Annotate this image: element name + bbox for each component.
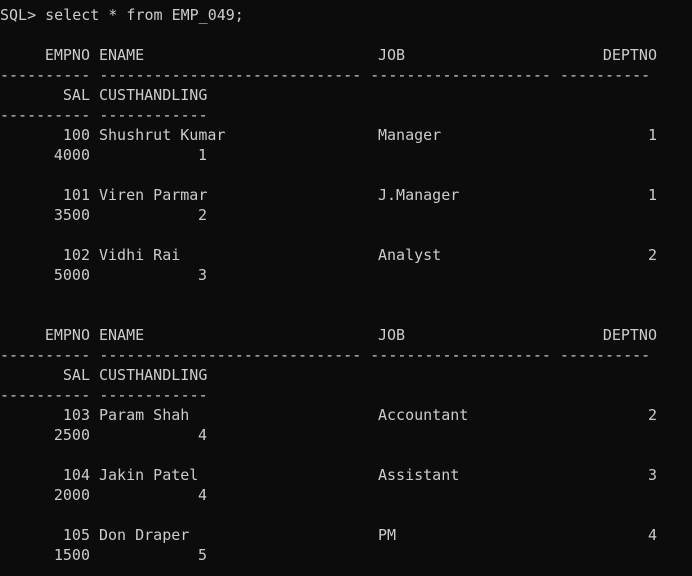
- header-job: JOB: [378, 326, 406, 344]
- cell-empno: 104: [62, 466, 90, 484]
- header-divider: ---------- -----------------------------…: [0, 345, 650, 365]
- header-sal: SAL: [62, 86, 90, 104]
- header-empno: EMPNO: [44, 46, 90, 64]
- cell-deptno: 2: [647, 246, 657, 264]
- cell-sal: 2500: [53, 426, 90, 444]
- cell-ename: Param Shah: [99, 406, 190, 424]
- cell-job: Manager: [378, 126, 442, 144]
- header-divider-2: ---------- ------------: [0, 385, 208, 405]
- cell-ename: Viren Parmar: [99, 186, 208, 204]
- command-line: SQL> select * from EMP_049;: [0, 5, 244, 25]
- cell-job: J.Manager: [378, 186, 460, 204]
- column-header-row: EMPNO ENAME JOB DEPTNO: [0, 45, 692, 65]
- cell-custhandling: 1: [197, 146, 207, 164]
- terminal-window[interactable]: SQL> select * from EMP_049; EMPNO ENAME …: [0, 0, 692, 576]
- header-deptno: DEPTNO: [602, 326, 657, 344]
- divider-text: ---------- ------------: [0, 106, 208, 124]
- cell-sal: 1500: [53, 546, 90, 564]
- header-divider-2: ---------- ------------: [0, 105, 208, 125]
- sql-prompt-command: SQL> select * from EMP_049;: [0, 6, 244, 24]
- table-row: 102 Vidhi Rai Analyst 2: [0, 245, 692, 265]
- cell-deptno: 1: [647, 186, 657, 204]
- cell-custhandling: 3: [197, 266, 207, 284]
- table-row-continuation: 4000 1: [0, 145, 692, 165]
- cell-empno: 103: [62, 406, 90, 424]
- table-row-continuation: 2000 4: [0, 485, 692, 505]
- header-custhandling: CUSTHANDLING: [99, 366, 208, 384]
- cell-sal: 4000: [53, 146, 90, 164]
- cell-custhandling: 5: [197, 546, 207, 564]
- cell-empno: 105: [62, 526, 90, 544]
- header-deptno: DEPTNO: [602, 46, 657, 64]
- column-header-row-2: SAL CUSTHANDLING: [0, 85, 692, 105]
- cell-empno: 101: [62, 186, 90, 204]
- divider-text: ---------- -----------------------------…: [0, 346, 651, 364]
- column-header-row: EMPNO ENAME JOB DEPTNO: [0, 325, 692, 345]
- cell-deptno: 3: [647, 466, 657, 484]
- table-row: 100 Shushrut Kumar Manager 1: [0, 125, 692, 145]
- cell-deptno: 2: [647, 406, 657, 424]
- cell-sal: 2000: [53, 486, 90, 504]
- cell-job: Assistant: [378, 466, 460, 484]
- divider-text: ---------- -----------------------------…: [0, 66, 651, 84]
- column-header-row-2: SAL CUSTHANDLING: [0, 365, 692, 385]
- cell-deptno: 1: [647, 126, 657, 144]
- header-sal: SAL: [62, 366, 90, 384]
- table-row-continuation: 1500 5: [0, 545, 692, 565]
- cell-deptno: 4: [647, 526, 657, 544]
- cell-custhandling: 2: [197, 206, 207, 224]
- cell-custhandling: 4: [197, 426, 207, 444]
- cell-ename: Jakin Patel: [99, 466, 199, 484]
- table-row-continuation: 2500 4: [0, 425, 692, 445]
- table-row: 103 Param Shah Accountant 2: [0, 405, 692, 425]
- cell-sal: 5000: [53, 266, 90, 284]
- cell-empno: 102: [62, 246, 90, 264]
- cell-ename: Shushrut Kumar: [99, 126, 226, 144]
- header-job: JOB: [378, 46, 406, 64]
- cell-custhandling: 4: [197, 486, 207, 504]
- header-empno: EMPNO: [44, 326, 90, 344]
- cell-ename: Don Draper: [99, 526, 190, 544]
- table-row-continuation: 5000 3: [0, 265, 692, 285]
- cell-sal: 3500: [53, 206, 90, 224]
- cell-job: Accountant: [378, 406, 469, 424]
- table-row-continuation: 3500 2: [0, 205, 692, 225]
- table-row: 104 Jakin Patel Assistant 3: [0, 465, 692, 485]
- table-row: 101 Viren Parmar J.Manager 1: [0, 185, 692, 205]
- header-custhandling: CUSTHANDLING: [99, 86, 208, 104]
- header-ename: ENAME: [99, 326, 145, 344]
- cell-empno: 100: [62, 126, 90, 144]
- header-divider: ---------- -----------------------------…: [0, 65, 650, 85]
- header-ename: ENAME: [99, 46, 145, 64]
- cell-job: PM: [378, 526, 397, 544]
- cell-ename: Vidhi Rai: [99, 246, 181, 264]
- table-row: 105 Don Draper PM 4: [0, 525, 692, 545]
- cell-job: Analyst: [378, 246, 442, 264]
- divider-text: ---------- ------------: [0, 386, 208, 404]
